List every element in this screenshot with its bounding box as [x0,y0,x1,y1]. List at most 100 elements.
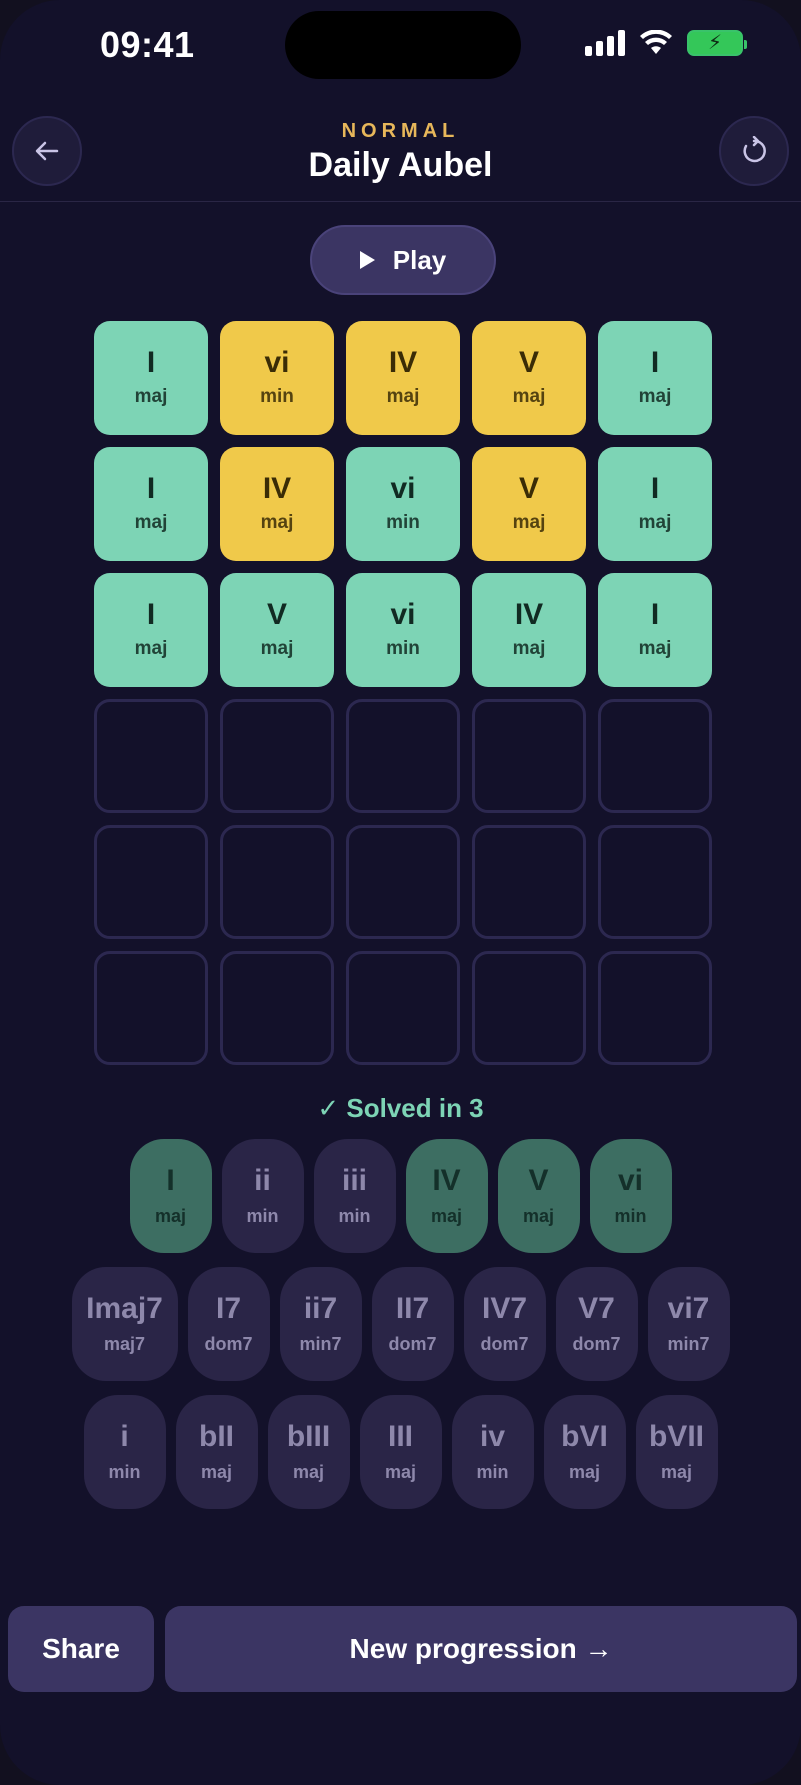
chord-quality: maj [134,386,168,407]
guess-grid: Imaj vi min IV maj Vmaj Imaj Imaj IV maj vi min Vmaj… [94,321,714,1077]
chip-quality: min7 [667,1333,710,1354]
chord-numeral: IV [514,598,544,631]
grid-cell: Imaj [598,573,712,687]
chip-numeral: iv [479,1419,506,1453]
grid-cell [220,699,334,813]
chord-numeral: I [146,598,156,631]
chord-chip[interactable]: i min [83,1395,166,1509]
chord-chip[interactable]: IV7 dom7 [463,1267,546,1381]
grid-cell: Imaj [598,447,712,561]
grid-cell [220,951,334,1065]
chip-numeral: iii [341,1163,367,1197]
app-screen: 09:41 ⚡ NORMAL Daily Aubel Play I maj vi… [0,0,801,1785]
chord-chip[interactable]: ii7 min7 [279,1267,362,1381]
chip-numeral: I [166,1163,175,1197]
chord-numeral: V [518,346,539,379]
chord-chip[interactable]: iv min [451,1395,534,1509]
chord-numeral: V [266,598,287,631]
chip-quality: min [108,1461,141,1482]
chip-numeral: V [528,1163,549,1197]
chip-quality: maj [568,1461,601,1482]
reset-button[interactable] [719,116,789,186]
difficulty-label: NORMAL [341,120,460,142]
chip-numeral: IV [432,1163,461,1197]
grid-row: Imaj vi min IV maj Vmaj Imaj [94,321,714,435]
chord-numeral: V [518,472,539,505]
grid-cell [94,699,208,813]
play-button[interactable]: Play [310,225,496,295]
chord-chip[interactable]: III maj [359,1395,442,1509]
chord-quality: min [260,386,294,407]
grid-cell [220,825,334,939]
chip-numeral: Imaj7 [86,1291,163,1325]
chord-numeral: IV [388,346,418,379]
chip-quality: dom7 [388,1333,437,1354]
chip-numeral: I7 [215,1291,242,1325]
grid-row: Imaj Vmaj vi min IV maj Imaj [94,573,714,687]
chord-numeral: IV [262,472,292,505]
chord-numeral: I [146,472,156,505]
grid-cell: Imaj [94,447,208,561]
chord-chip[interactable]: Imaj [129,1139,212,1253]
chord-chip[interactable]: bVII maj [635,1395,718,1509]
chord-palette-row-1: Imaj ii min iii min IV maj Vmaj vi min [0,1139,801,1253]
grid-cell [472,951,586,1065]
chord-chip[interactable]: V7 dom7 [555,1267,638,1381]
chord-quality: maj [512,386,546,407]
chord-chip[interactable]: IV maj [405,1139,488,1253]
chip-numeral: vi7 [667,1291,710,1325]
chord-chip[interactable]: bVI maj [543,1395,626,1509]
chip-quality: min7 [299,1333,342,1354]
dynamic-island [285,11,521,79]
status-icons: ⚡ [585,30,747,56]
grid-cell: Imaj [94,321,208,435]
chip-quality: min [614,1205,647,1226]
play-icon [359,251,375,269]
chip-quality: maj [200,1461,233,1482]
chord-numeral: vi [264,346,290,379]
solved-status: ✓ Solved in 3 [317,1093,484,1123]
chord-quality: maj [638,386,672,407]
chord-palette-row-3: i min bII maj bIII maj III maj iv min bVI maj bVII ma… [0,1395,801,1509]
wifi-icon [640,30,672,54]
chord-chip[interactable]: II7 dom7 [371,1267,454,1381]
chip-quality: min [246,1205,279,1226]
chord-quality: maj [638,512,672,533]
chord-chip[interactable]: iii min [313,1139,396,1253]
chip-numeral: V7 [578,1291,615,1325]
grid-row: Imaj IV maj vi min Vmaj Imaj [94,447,714,561]
chip-quality: maj [384,1461,417,1482]
chord-chip[interactable]: vi min [589,1139,672,1253]
chip-quality: dom7 [480,1333,529,1354]
charging-bolt-icon: ⚡ [707,32,723,54]
grid-cell: IV maj [346,321,460,435]
chip-numeral: III [387,1419,413,1453]
grid-cell: IV maj [472,573,586,687]
grid-cell: vi min [346,447,460,561]
grid-cell: vi min [346,573,460,687]
chord-numeral: I [650,346,660,379]
chip-numeral: bVI [561,1419,608,1453]
chip-numeral: i [120,1419,129,1453]
chord-chip[interactable]: bIII maj [267,1395,350,1509]
chord-quality: maj [386,386,420,407]
chord-chip[interactable]: Imaj7 maj7 [71,1267,178,1381]
share-button[interactable]: Share [8,1606,154,1692]
chord-chip[interactable]: vi7 min7 [647,1267,730,1381]
new-progression-button[interactable]: New progression → [165,1606,797,1692]
chord-chip[interactable]: I7 dom7 [187,1267,270,1381]
cellular-signal-icon [585,30,625,56]
play-label: Play [392,244,447,275]
chip-numeral: vi [617,1163,644,1197]
battery-icon: ⚡ [687,30,747,56]
grid-cell [598,951,712,1065]
grid-cell: Imaj [598,321,712,435]
chord-chip[interactable]: ii min [221,1139,304,1253]
chord-quality: maj [512,638,546,659]
grid-cell [94,951,208,1065]
chip-numeral: IV7 [481,1291,528,1325]
grid-cell [346,699,460,813]
header: NORMAL Daily Aubel [0,100,801,202]
chord-chip[interactable]: bII maj [175,1395,258,1509]
chord-chip[interactable]: Vmaj [497,1139,580,1253]
